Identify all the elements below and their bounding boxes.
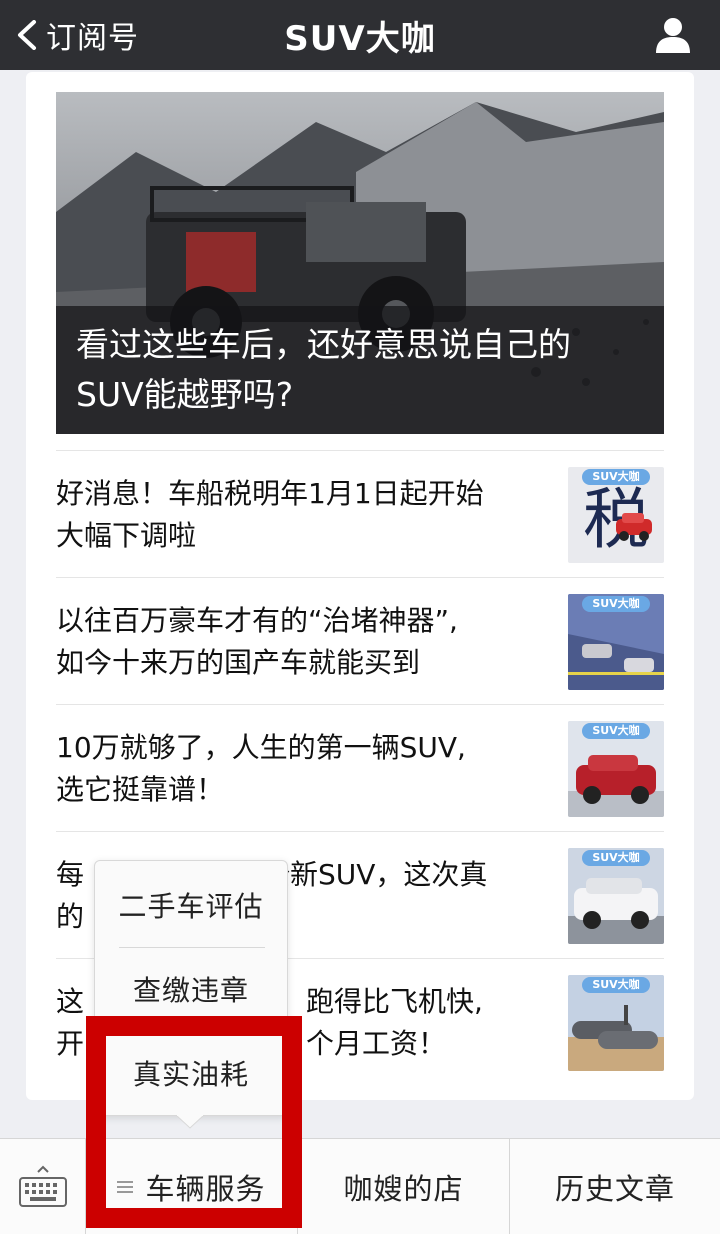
- menu-shop[interactable]: 咖嫂的店: [298, 1139, 510, 1234]
- article-thumbnail: 税 SUV大咖: [568, 467, 664, 563]
- back-button[interactable]: 订阅号: [14, 10, 139, 60]
- list-item[interactable]: 以往百万豪车才有的“治堵神器”, 如今十来万的国产车就能买到 SUV大咖: [56, 577, 664, 704]
- keyboard-icon: [18, 1165, 67, 1207]
- article-title-line1-left: 每: [56, 858, 85, 891]
- thumbnail-tag: SUV大咖: [582, 596, 650, 612]
- hamburger-icon: [117, 1178, 134, 1196]
- article-title: 以往百万豪车才有的“治堵神器”, 如今十来万的国产车就能买到: [56, 600, 546, 684]
- article-title: 好消息！车船税明年1月1日起开始 大幅下调啦: [56, 473, 546, 557]
- article-thumbnail: SUV大咖: [568, 594, 664, 690]
- article-thumbnail: SUV大咖: [568, 975, 664, 1071]
- hero-caption-line2: SUV能越野吗?: [76, 375, 294, 414]
- article-title-line2: 如今十来万的国产车就能买到: [56, 646, 421, 679]
- article-title-line1: 10万就够了，人生的第一辆SUV,: [56, 731, 466, 764]
- red-car-icon: [616, 513, 652, 541]
- list-item[interactable]: 10万就够了，人生的第一辆SUV, 选它挺靠谱！ SUV大咖: [56, 704, 664, 831]
- menu-history-articles[interactable]: 历史文章: [510, 1139, 720, 1234]
- article-thumbnail: SUV大咖: [568, 848, 664, 944]
- profile-icon[interactable]: [654, 16, 692, 54]
- article-title-line2-left: 的: [56, 900, 85, 933]
- menu-vehicle-services[interactable]: 车辆服务: [86, 1139, 298, 1234]
- keyboard-toggle-button[interactable]: [0, 1139, 86, 1234]
- article-title-line2-right: 个月工资！: [306, 1027, 447, 1060]
- submenu-item-real-fuel-consumption[interactable]: 真实油耗: [95, 1031, 287, 1115]
- back-label: 订阅号: [46, 21, 139, 56]
- top-bar: 订阅号 SUV大咖: [0, 0, 720, 70]
- article-title-line2-left: 开: [56, 1027, 85, 1060]
- hero-article[interactable]: 看过这些车后，还好意思说自己的 SUV能越野吗?: [56, 92, 664, 434]
- article-title-line1-left: 这: [56, 985, 85, 1018]
- submenu-pointer: [176, 1115, 204, 1129]
- chevron-left-icon: [18, 20, 36, 50]
- article-thumbnail: SUV大咖: [568, 721, 664, 817]
- thumbnail-tag: SUV大咖: [582, 723, 650, 739]
- article-title: 10万就够了，人生的第一辆SUV, 选它挺靠谱！: [56, 727, 546, 811]
- article-title-line1-right: 跑得比飞机快,: [306, 985, 483, 1018]
- thumbnail-tag: SUV大咖: [582, 469, 650, 485]
- list-item[interactable]: 好消息！车船税明年1月1日起开始 大幅下调啦 税 SUV大咖: [56, 450, 664, 577]
- hero-caption: 看过这些车后，还好意思说自己的 SUV能越野吗?: [56, 306, 664, 434]
- article-title-line1: 好消息！车船税明年1月1日起开始: [56, 477, 484, 510]
- submenu-item-traffic-violations[interactable]: 查缴违章: [95, 947, 287, 1031]
- article-title-line1: 以往百万豪车才有的“治堵神器”,: [56, 604, 458, 637]
- hero-caption-line1: 看过这些车后，还好意思说自己的: [76, 325, 571, 364]
- thumbnail-tag: SUV大咖: [582, 850, 650, 866]
- bottom-menu-bar: 车辆服务 咖嫂的店 历史文章: [0, 1138, 720, 1234]
- article-title-line1-right: 全新SUV，这次真: [262, 858, 488, 891]
- thumbnail-tag: SUV大咖: [582, 977, 650, 993]
- menu-vehicle-services-label: 车辆服务: [145, 1172, 266, 1206]
- article-title-line2: 大幅下调啦: [56, 519, 197, 552]
- submenu-item-used-car-valuation[interactable]: 二手车评估: [95, 863, 287, 947]
- service-submenu: 二手车评估 查缴违章 真实油耗: [94, 860, 288, 1116]
- article-title-line2: 选它挺靠谱！: [56, 773, 225, 806]
